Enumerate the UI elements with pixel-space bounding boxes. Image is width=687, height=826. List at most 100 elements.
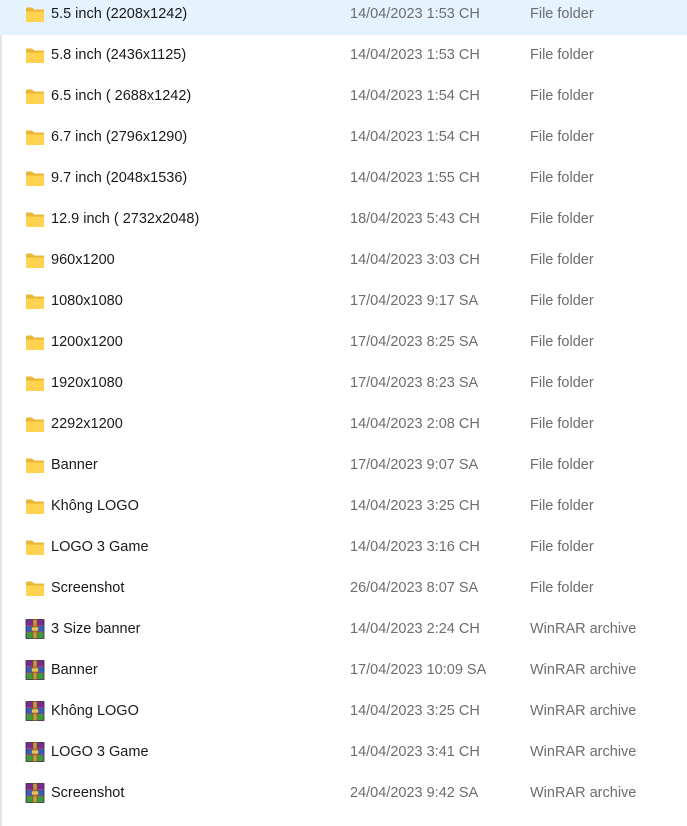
file-row[interactable]: Không LOGO 14/04/2023 3:25 CH File folde… [0, 486, 687, 527]
file-list: 5.5 inch (2208x1242) 14/04/2023 1:53 CH … [0, 0, 687, 826]
winrar-archive-icon [25, 742, 45, 762]
file-name: 1920x1080 [51, 375, 123, 391]
file-date-modified: 17/04/2023 10:09 SA [350, 662, 487, 678]
file-name: 3 Size banner [51, 621, 141, 637]
file-date-modified: 14/04/2023 2:24 CH [350, 621, 480, 637]
file-name: Banner [51, 662, 98, 678]
winrar-archive-icon [25, 701, 45, 721]
file-name: 5.5 inch (2208x1242) [51, 6, 188, 22]
file-name: 2292x1200 [51, 416, 123, 432]
file-row[interactable]: 1920x1080 17/04/2023 8:23 SA File folder [0, 363, 687, 404]
file-row[interactable]: Banner 17/04/2023 10:09 SA WinRAR archiv… [0, 650, 687, 691]
folder-icon [25, 416, 45, 433]
file-type: File folder [530, 498, 594, 514]
folder-icon [25, 211, 45, 228]
file-row[interactable]: 5.5 inch (2208x1242) 14/04/2023 1:53 CH … [0, 0, 687, 35]
file-type: File folder [530, 416, 594, 432]
file-row[interactable]: 960x1200 14/04/2023 3:03 CH File folder [0, 240, 687, 281]
file-name: 9.7 inch (2048x1536) [51, 170, 188, 186]
file-type: File folder [530, 88, 594, 104]
file-name: 5.8 inch (2436x1125) [51, 47, 187, 63]
file-type: File folder [530, 211, 594, 227]
file-type: File folder [530, 334, 594, 350]
folder-icon [25, 457, 45, 474]
file-row[interactable]: 6.7 inch (2796x1290) 14/04/2023 1:54 CH … [0, 117, 687, 158]
file-row[interactable]: 9.7 inch (2048x1536) 14/04/2023 1:55 CH … [0, 158, 687, 199]
file-name: Không LOGO [51, 498, 139, 514]
file-date-modified: 17/04/2023 9:07 SA [350, 457, 479, 473]
file-type: File folder [530, 457, 594, 473]
file-type: WinRAR archive [530, 703, 637, 719]
file-type: File folder [530, 252, 594, 268]
file-type: WinRAR archive [530, 662, 637, 678]
file-row[interactable]: LOGO 3 Game 14/04/2023 3:16 CH File fold… [0, 527, 687, 568]
file-date-modified: 14/04/2023 2:08 CH [350, 416, 480, 432]
file-type: File folder [530, 6, 594, 22]
file-date-modified: 14/04/2023 1:54 CH [350, 88, 480, 104]
file-type: File folder [530, 47, 594, 63]
file-date-modified: 24/04/2023 9:42 SA [350, 785, 479, 801]
file-name: 960x1200 [51, 252, 115, 268]
folder-icon [25, 170, 45, 187]
file-type: File folder [530, 580, 594, 596]
file-type: File folder [530, 293, 594, 309]
file-date-modified: 18/04/2023 5:43 CH [350, 211, 480, 227]
file-type: File folder [530, 129, 594, 145]
file-name: 1200x1200 [51, 334, 123, 350]
folder-icon [25, 580, 45, 597]
file-row[interactable]: 5.8 inch (2436x1125) 14/04/2023 1:53 CH … [0, 35, 687, 76]
file-row[interactable]: 12.9 inch ( 2732x2048) 18/04/2023 5:43 C… [0, 199, 687, 240]
file-date-modified: 17/04/2023 8:23 SA [350, 375, 479, 391]
file-date-modified: 14/04/2023 3:16 CH [350, 539, 480, 555]
file-row[interactable]: Banner 17/04/2023 9:07 SA File folder [0, 445, 687, 486]
file-name: 12.9 inch ( 2732x2048) [51, 211, 200, 227]
file-name: LOGO 3 Game [51, 539, 149, 555]
file-name: 1080x1080 [51, 293, 123, 309]
file-name: 6.7 inch (2796x1290) [51, 129, 188, 145]
folder-icon [25, 129, 45, 146]
file-type: File folder [530, 539, 594, 555]
file-name: Banner [51, 457, 98, 473]
file-date-modified: 14/04/2023 1:53 CH [350, 6, 480, 22]
file-row[interactable]: 1200x1200 17/04/2023 8:25 SA File folder [0, 322, 687, 363]
folder-icon [25, 252, 45, 269]
file-date-modified: 26/04/2023 8:07 SA [350, 580, 479, 596]
folder-icon [25, 334, 45, 351]
file-row[interactable]: Screenshot 26/04/2023 8:07 SA File folde… [0, 568, 687, 609]
file-type: File folder [530, 375, 594, 391]
file-row[interactable]: Không LOGO 14/04/2023 3:25 CH WinRAR arc… [0, 691, 687, 732]
file-date-modified: 14/04/2023 3:25 CH [350, 703, 480, 719]
file-date-modified: 14/04/2023 1:54 CH [350, 129, 480, 145]
file-row[interactable]: 3 Size banner 14/04/2023 2:24 CH WinRAR … [0, 609, 687, 650]
file-type: WinRAR archive [530, 621, 637, 637]
folder-icon [25, 539, 45, 556]
folder-icon [25, 88, 45, 105]
file-type: WinRAR archive [530, 744, 637, 760]
folder-icon [25, 47, 45, 64]
file-date-modified: 14/04/2023 3:03 CH [350, 252, 480, 268]
file-name: 6.5 inch ( 2688x1242) [51, 88, 192, 104]
file-name: Screenshot [51, 580, 125, 596]
file-name: Không LOGO [51, 703, 139, 719]
file-row[interactable]: 1080x1080 17/04/2023 9:17 SA File folder [0, 281, 687, 322]
folder-icon [25, 375, 45, 392]
file-row[interactable]: LOGO 3 Game 14/04/2023 3:41 CH WinRAR ar… [0, 732, 687, 773]
file-date-modified: 17/04/2023 8:25 SA [350, 334, 479, 350]
file-name: Screenshot [51, 785, 125, 801]
folder-icon [25, 6, 45, 23]
winrar-archive-icon [25, 783, 45, 803]
file-row[interactable]: 6.5 inch ( 2688x1242) 14/04/2023 1:54 CH… [0, 76, 687, 117]
file-date-modified: 14/04/2023 3:41 CH [350, 744, 480, 760]
file-date-modified: 17/04/2023 9:17 SA [350, 293, 479, 309]
file-type: File folder [530, 170, 594, 186]
file-date-modified: 14/04/2023 3:25 CH [350, 498, 480, 514]
file-type: WinRAR archive [530, 785, 637, 801]
file-date-modified: 14/04/2023 1:55 CH [350, 170, 480, 186]
winrar-archive-icon [25, 619, 45, 639]
file-name: LOGO 3 Game [51, 744, 149, 760]
file-date-modified: 14/04/2023 1:53 CH [350, 47, 480, 63]
folder-icon [25, 498, 45, 515]
file-row[interactable]: Screenshot 24/04/2023 9:42 SA WinRAR arc… [0, 773, 687, 814]
folder-icon [25, 293, 45, 310]
file-row[interactable]: 2292x1200 14/04/2023 2:08 CH File folder [0, 404, 687, 445]
